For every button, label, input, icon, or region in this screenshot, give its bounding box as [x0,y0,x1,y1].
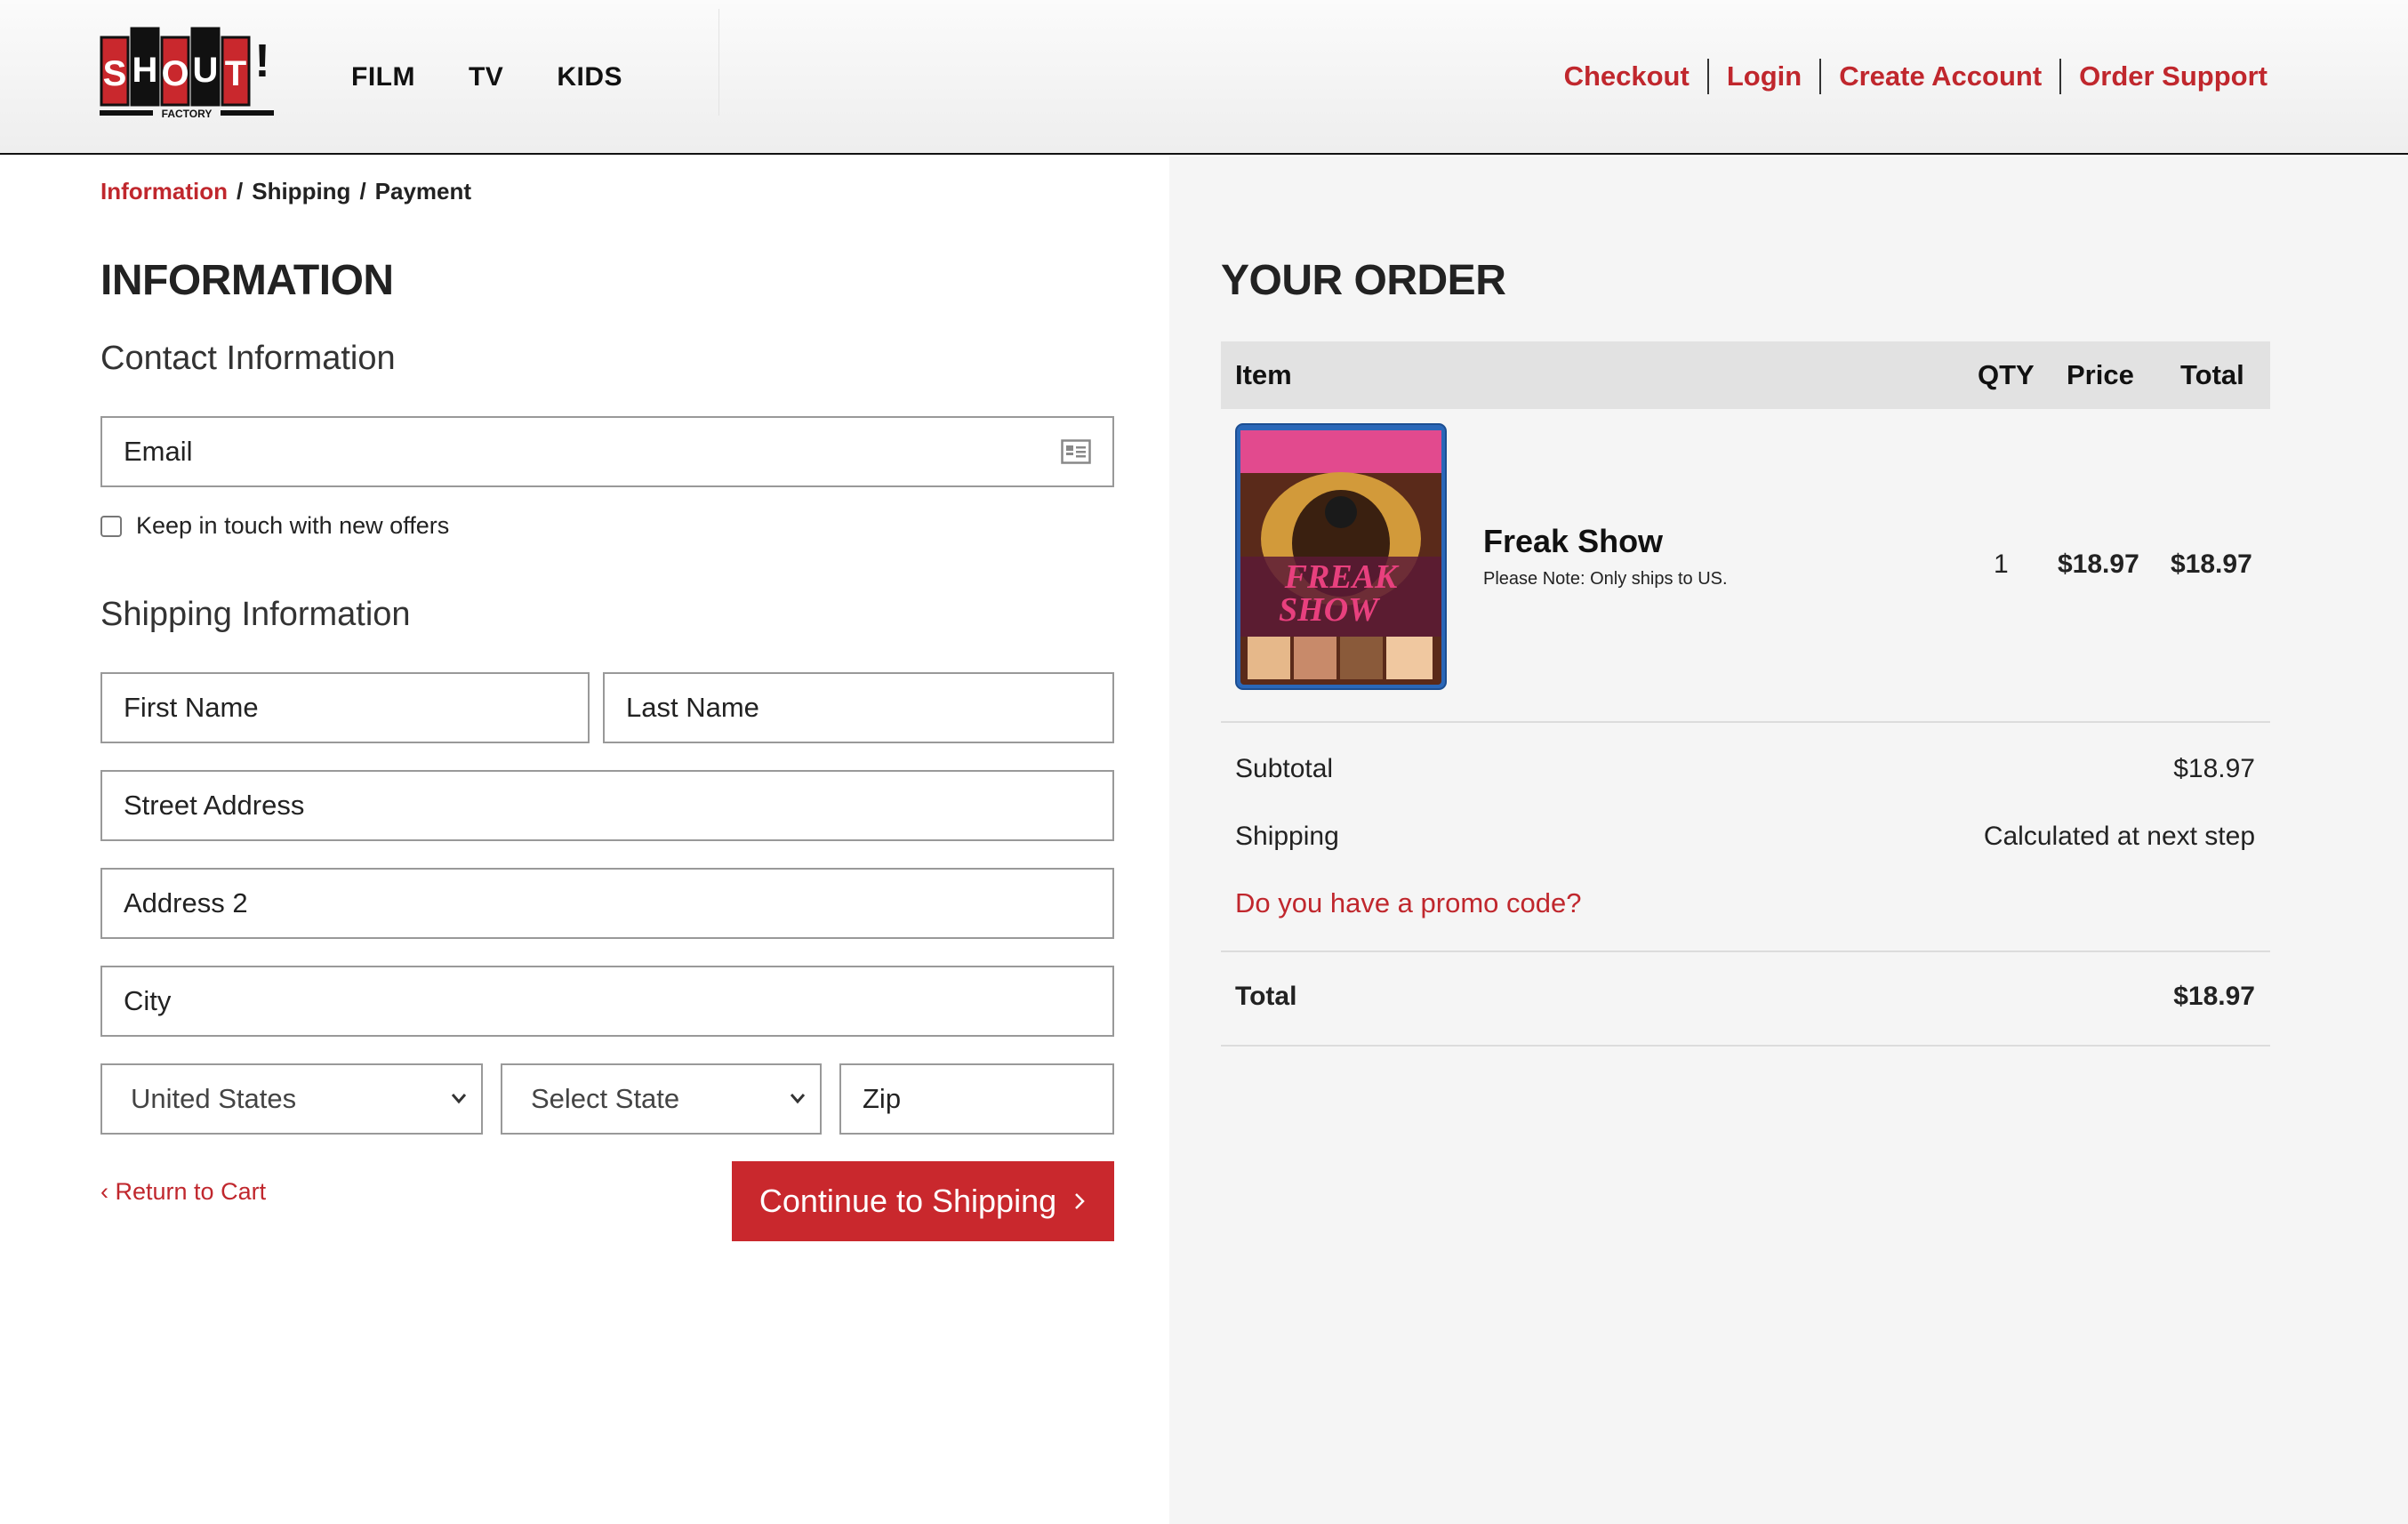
country-select[interactable]: United States [100,1063,483,1135]
breadcrumb-information[interactable]: Information [100,178,228,205]
first-name-placeholder: First Name [124,692,259,723]
order-table-header: Item QTY Price Total [1221,341,2270,409]
state-select[interactable]: Select State [501,1063,822,1135]
svg-text:S: S [103,54,127,93]
newsletter-option: Keep in touch with new offers [100,512,449,540]
breadcrumb-separator: / [237,178,244,205]
email-placeholder: Email [124,436,193,467]
page-title: INFORMATION [100,257,394,304]
city-placeholder: City [124,985,172,1016]
chevron-right-icon [1075,1193,1085,1209]
total-label: Total [1235,982,1297,1011]
subtotal-label: Subtotal [1235,754,1334,783]
account-nav: Checkout Login Create Account Order Supp… [1546,59,2268,94]
continue-label: Continue to Shipping [759,1183,1057,1219]
cover-title-line1: FREAK [1284,558,1400,596]
return-to-cart-link[interactable]: ‹ Return to Cart [100,1178,266,1206]
svg-text:FACTORY: FACTORY [162,108,213,120]
last-name-field[interactable]: Last Name [603,672,1114,743]
shout-factory-logo[interactable]: S H O U T ! FACTORY [100,25,274,130]
breadcrumb-separator: / [359,178,366,205]
divider [1221,721,2270,723]
zip-placeholder: Zip [863,1083,902,1114]
nav-tv[interactable]: TV [469,62,503,92]
cover-title-line2: SHOW [1279,591,1381,629]
shipping-heading: Shipping Information [100,596,411,633]
item-price: $18.97 [2058,549,2139,579]
nav-order-support[interactable]: Order Support [2059,59,2268,94]
newsletter-checkbox[interactable] [100,515,122,537]
state-value: Select State [531,1083,680,1114]
contact-card-icon [1061,439,1091,464]
continue-to-shipping-button[interactable]: Continue to Shipping [732,1161,1114,1241]
breadcrumb-payment: Payment [374,178,472,205]
return-to-cart-label: Return to Cart [115,1178,267,1205]
newsletter-label: Keep in touch with new offers [136,512,450,539]
product-cover-image[interactable]: FREAK SHOW [1235,423,1447,690]
chevron-left-icon: ‹ [100,1178,108,1205]
shipping-label: Shipping [1235,822,1339,851]
total-value: $18.97 [2173,982,2255,1011]
svg-text:U: U [193,51,219,90]
product-note: Please Note: Only ships to US. [1483,569,1728,589]
zip-field[interactable]: Zip [839,1063,1114,1135]
nav-login[interactable]: Login [1706,59,1819,94]
main-nav: FILM TV KIDS [351,62,622,92]
address-2-placeholder: Address 2 [124,887,248,918]
shipping-value: Calculated at next step [1983,822,2255,851]
svg-text:O: O [161,54,189,93]
col-item: Item [1235,359,1292,390]
nav-checkout[interactable]: Checkout [1546,59,1707,94]
svg-text:H: H [132,51,158,90]
email-field[interactable]: Email [100,416,1114,487]
col-price: Price [2067,359,2134,390]
address-2-field[interactable]: Address 2 [100,868,1114,939]
svg-text:T: T [225,54,246,93]
nav-film[interactable]: FILM [351,62,415,92]
city-field[interactable]: City [100,966,1114,1037]
divider [1221,950,2270,952]
nav-kids[interactable]: KIDS [557,62,622,92]
site-header: S H O U T ! FACTORY FILM TV KIDS Checkou… [0,0,2408,155]
item-total: $18.97 [2171,549,2252,579]
product-name[interactable]: Freak Show [1483,523,1663,560]
street-address-placeholder: Street Address [124,790,305,821]
chevron-down-icon [790,1094,806,1104]
svg-text:!: ! [254,36,269,87]
col-total: Total [2180,359,2244,390]
order-title: YOUR ORDER [1221,257,1506,304]
header-divider [718,9,719,116]
divider [1221,1045,2270,1047]
chevron-down-icon [451,1094,467,1104]
breadcrumb: Information / Shipping / Payment [100,178,471,205]
promo-code-link[interactable]: Do you have a promo code? [1235,887,1581,919]
street-address-field[interactable]: Street Address [100,770,1114,841]
subtotal-value: $18.97 [2173,754,2255,783]
country-value: United States [131,1083,297,1114]
col-qty: QTY [1978,359,2035,390]
item-qty: 1 [1994,549,2009,579]
first-name-field[interactable]: First Name [100,672,590,743]
contact-heading: Contact Information [100,340,396,377]
nav-create-account[interactable]: Create Account [1819,59,2059,94]
last-name-placeholder: Last Name [626,692,759,723]
breadcrumb-shipping: Shipping [252,178,351,205]
